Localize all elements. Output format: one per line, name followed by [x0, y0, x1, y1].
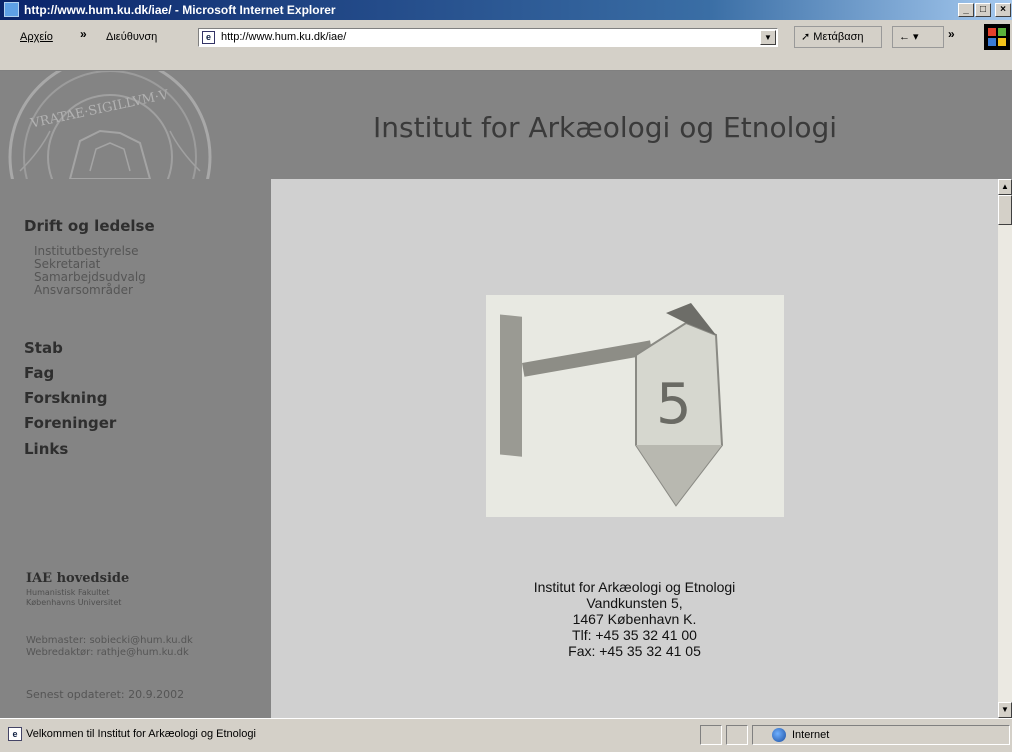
address-institute: Institut for Arkæologi og Etnologi — [533, 579, 736, 595]
status-panel-1 — [700, 725, 722, 745]
address-value[interactable]: http://www.hum.ku.dk/iae/ — [221, 31, 346, 43]
nav-forskning[interactable]: Forskning — [24, 389, 107, 407]
back-history-button[interactable]: ← ▾ — [892, 26, 944, 48]
address-city: 1467 København K. — [572, 611, 697, 627]
nav-drift-og-ledelse[interactable]: Drift og ledelse — [24, 217, 155, 235]
nav-fag[interactable]: Fag — [24, 364, 54, 382]
webmaster-contact[interactable]: Webmaster: sobiecki@hum.ku.dk — [26, 635, 193, 646]
browser-toolbar: Αρχείο » Διεύθυνση e http://www.hum.ku.d… — [0, 20, 1012, 71]
minimize-button[interactable]: _ — [958, 3, 974, 17]
close-button[interactable]: × — [995, 3, 1011, 17]
home-link[interactable]: IAE hovedside — [26, 571, 129, 586]
go-arrow-icon: ➚ — [801, 31, 811, 43]
window-title-bar: http://www.hum.ku.dk/iae/ - Microsoft In… — [0, 0, 1012, 20]
nav-stab[interactable]: Stab — [24, 339, 63, 357]
address-dropdown-icon[interactable]: ▼ — [760, 30, 776, 45]
toolbar-chevron[interactable]: » — [80, 27, 87, 41]
security-zone: Internet — [792, 729, 830, 741]
go-label: Μετάβαση — [813, 31, 864, 43]
address-street: Vandkunsten 5, — [586, 595, 683, 611]
toolbar-chevron-2[interactable]: » — [948, 27, 955, 41]
address-fax: Fax: +45 35 32 41 05 — [568, 643, 701, 659]
windows-logo-icon — [984, 24, 1010, 50]
nav-foreninger[interactable]: Foreninger — [24, 414, 116, 432]
maximize-button[interactable]: □ — [975, 3, 991, 17]
status-bar: e Velkommen til Institut for Arkæologi o… — [0, 718, 1012, 752]
page-status-icon: e — [8, 727, 22, 741]
last-updated: Senest opdateret: 20.9.2002 — [26, 688, 185, 701]
internet-zone-icon — [772, 728, 786, 742]
address-bar[interactable]: e http://www.hum.ku.dk/iae/ — [198, 28, 778, 47]
main-content: 5 Institut for Arkæologi og Etnologi Van… — [271, 179, 998, 718]
scroll-down-icon[interactable]: ▼ — [998, 702, 1012, 718]
address-label: Διεύθυνση — [106, 31, 158, 43]
site-title: Institut for Arkæologi og Etnologi — [373, 111, 838, 144]
site-header: VRATAE·SIGILLVM·V Institut for Arkæologi… — [0, 71, 1012, 179]
go-button[interactable]: ➚ Μετάβαση — [794, 26, 882, 48]
window-title: http://www.hum.ku.dk/iae/ - Microsoft In… — [24, 3, 336, 17]
university-name: Københavns Universitet — [26, 598, 122, 607]
webredaktor-contact[interactable]: Webredaktør: rathje@hum.ku.dk — [26, 647, 189, 658]
status-zone-panel — [752, 725, 1010, 745]
building-sign-photo: 5 — [486, 295, 784, 517]
contact-address: Institut for Arkæologi og Etnologi Vandk… — [271, 579, 998, 659]
nav-ansvarsomrader[interactable]: Ansvarsområder — [34, 284, 133, 297]
vertical-scrollbar[interactable]: ▲ ▼ — [998, 179, 1012, 718]
ie-page-icon: e — [202, 31, 215, 44]
file-menu[interactable]: Αρχείο — [20, 31, 53, 43]
status-message: Velkommen til Institut for Arkæologi og … — [26, 728, 256, 740]
nav-links[interactable]: Links — [24, 440, 68, 458]
sidebar-nav: Drift og ledelse Institutbestyrelse Sekr… — [0, 179, 271, 718]
scroll-thumb[interactable] — [998, 195, 1012, 225]
svg-text:5: 5 — [656, 372, 692, 437]
faculty-name: Humanistisk Fakultet — [26, 588, 110, 597]
university-seal-logo: VRATAE·SIGILLVM·V — [0, 71, 240, 179]
address-phone: Tlf: +45 35 32 41 00 — [572, 627, 697, 643]
ie-app-icon — [4, 2, 19, 17]
scroll-up-icon[interactable]: ▲ — [998, 179, 1012, 195]
status-panel-2 — [726, 725, 748, 745]
